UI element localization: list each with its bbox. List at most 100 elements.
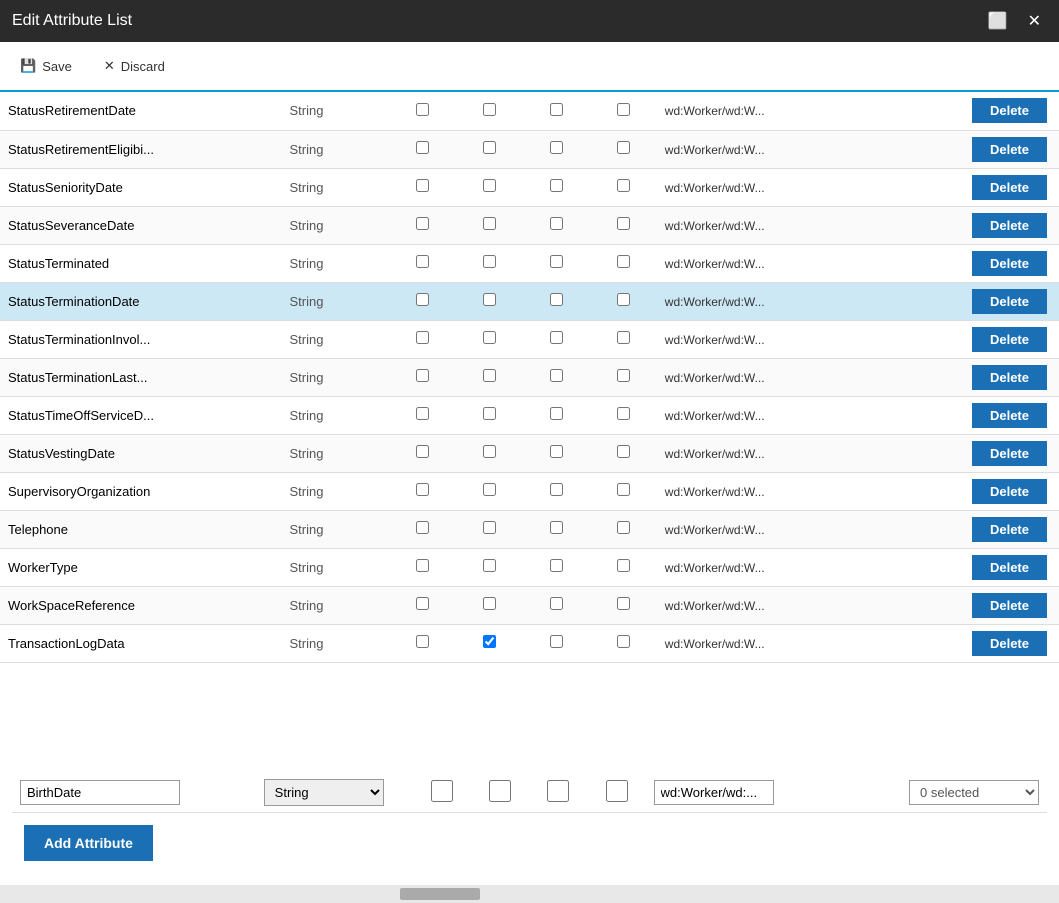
- row-cb1[interactable]: [416, 255, 429, 268]
- row-cb1[interactable]: [416, 559, 429, 572]
- row-cb1[interactable]: [416, 369, 429, 382]
- new-name-input[interactable]: [20, 780, 180, 805]
- row-cb3[interactable]: [550, 483, 563, 496]
- row-cb3-cell: [523, 510, 590, 548]
- row-cb1[interactable]: [416, 635, 429, 648]
- row-cb2-cell: [456, 282, 523, 320]
- new-path-input[interactable]: [654, 780, 774, 805]
- row-cb3[interactable]: [550, 217, 563, 230]
- row-cb2[interactable]: [483, 293, 496, 306]
- row-cb4[interactable]: [617, 293, 630, 306]
- row-cb4[interactable]: [617, 597, 630, 610]
- delete-button[interactable]: Delete: [972, 517, 1047, 542]
- new-selected-cell: 0 selected: [878, 773, 1047, 813]
- row-cb3[interactable]: [550, 445, 563, 458]
- delete-button[interactable]: Delete: [972, 213, 1047, 238]
- row-cb4[interactable]: [617, 559, 630, 572]
- table-row: WorkSpaceReference String wd:Worker/wd:W…: [0, 586, 1059, 624]
- row-cb1[interactable]: [416, 407, 429, 420]
- row-cb2-cell: [456, 548, 523, 586]
- row-cb3[interactable]: [550, 103, 563, 116]
- delete-button[interactable]: Delete: [972, 289, 1047, 314]
- row-cb1[interactable]: [416, 141, 429, 154]
- row-cb1[interactable]: [416, 293, 429, 306]
- new-selected-dropdown[interactable]: 0 selected: [909, 780, 1039, 805]
- row-cb2[interactable]: [483, 103, 496, 116]
- row-cb1[interactable]: [416, 103, 429, 116]
- row-cb4[interactable]: [617, 103, 630, 116]
- new-cb1-cell: [413, 773, 471, 813]
- row-cb3[interactable]: [550, 255, 563, 268]
- row-cb4[interactable]: [617, 255, 630, 268]
- row-cb2[interactable]: [483, 635, 496, 648]
- row-cb4[interactable]: [617, 331, 630, 344]
- row-cb4[interactable]: [617, 217, 630, 230]
- delete-button[interactable]: Delete: [972, 251, 1047, 276]
- row-cb2[interactable]: [483, 217, 496, 230]
- row-cb2[interactable]: [483, 141, 496, 154]
- delete-button[interactable]: Delete: [972, 479, 1047, 504]
- row-cb3[interactable]: [550, 521, 563, 534]
- row-cb1[interactable]: [416, 483, 429, 496]
- row-cb4[interactable]: [617, 369, 630, 382]
- row-cb3[interactable]: [550, 369, 563, 382]
- row-cb2[interactable]: [483, 179, 496, 192]
- row-cb2[interactable]: [483, 483, 496, 496]
- delete-button[interactable]: Delete: [972, 365, 1047, 390]
- row-cb2[interactable]: [483, 559, 496, 572]
- row-cb3[interactable]: [550, 407, 563, 420]
- row-cb4[interactable]: [617, 179, 630, 192]
- delete-button[interactable]: Delete: [972, 137, 1047, 162]
- scrollbar-thumb[interactable]: [400, 888, 480, 900]
- horizontal-scrollbar[interactable]: [0, 885, 1059, 903]
- new-cb3[interactable]: [547, 780, 569, 802]
- delete-button[interactable]: Delete: [972, 631, 1047, 656]
- row-cb2[interactable]: [483, 331, 496, 344]
- row-cb2[interactable]: [483, 369, 496, 382]
- new-cb4[interactable]: [606, 780, 628, 802]
- new-type-select[interactable]: String Integer Boolean Date Double: [264, 779, 384, 806]
- row-cb4[interactable]: [617, 483, 630, 496]
- row-cb1[interactable]: [416, 217, 429, 230]
- delete-button[interactable]: Delete: [972, 98, 1047, 123]
- row-path: wd:Worker/wd:W...: [657, 244, 925, 282]
- delete-button[interactable]: Delete: [972, 175, 1047, 200]
- add-attribute-button[interactable]: Add Attribute: [24, 825, 153, 861]
- row-cb4-cell: [590, 320, 657, 358]
- row-cb3[interactable]: [550, 293, 563, 306]
- delete-button[interactable]: Delete: [972, 555, 1047, 580]
- row-cb3[interactable]: [550, 597, 563, 610]
- row-cb3[interactable]: [550, 141, 563, 154]
- row-cb2[interactable]: [483, 521, 496, 534]
- delete-button[interactable]: Delete: [972, 403, 1047, 428]
- new-cb2[interactable]: [489, 780, 511, 802]
- row-cb4[interactable]: [617, 635, 630, 648]
- save-button[interactable]: 💾 Save: [12, 54, 80, 78]
- row-cb4[interactable]: [617, 445, 630, 458]
- row-cb1[interactable]: [416, 331, 429, 344]
- row-cb1[interactable]: [416, 521, 429, 534]
- row-cb3-cell: [523, 434, 590, 472]
- row-cb4[interactable]: [617, 141, 630, 154]
- row-cb2[interactable]: [483, 445, 496, 458]
- delete-button[interactable]: Delete: [972, 327, 1047, 352]
- row-cb2[interactable]: [483, 407, 496, 420]
- row-cb4[interactable]: [617, 407, 630, 420]
- delete-button[interactable]: Delete: [972, 441, 1047, 466]
- close-button[interactable]: ✕: [1022, 9, 1047, 33]
- row-cb4[interactable]: [617, 521, 630, 534]
- restore-button[interactable]: ⬜: [982, 9, 1014, 33]
- row-cb3[interactable]: [550, 635, 563, 648]
- delete-button[interactable]: Delete: [972, 593, 1047, 618]
- row-cb4-cell: [590, 434, 657, 472]
- row-cb1[interactable]: [416, 445, 429, 458]
- row-cb2[interactable]: [483, 597, 496, 610]
- row-cb3[interactable]: [550, 331, 563, 344]
- row-cb1[interactable]: [416, 597, 429, 610]
- row-cb2[interactable]: [483, 255, 496, 268]
- discard-button[interactable]: ✕ Discard: [96, 54, 173, 78]
- row-cb1[interactable]: [416, 179, 429, 192]
- new-cb1[interactable]: [431, 780, 453, 802]
- row-cb3[interactable]: [550, 179, 563, 192]
- row-cb3[interactable]: [550, 559, 563, 572]
